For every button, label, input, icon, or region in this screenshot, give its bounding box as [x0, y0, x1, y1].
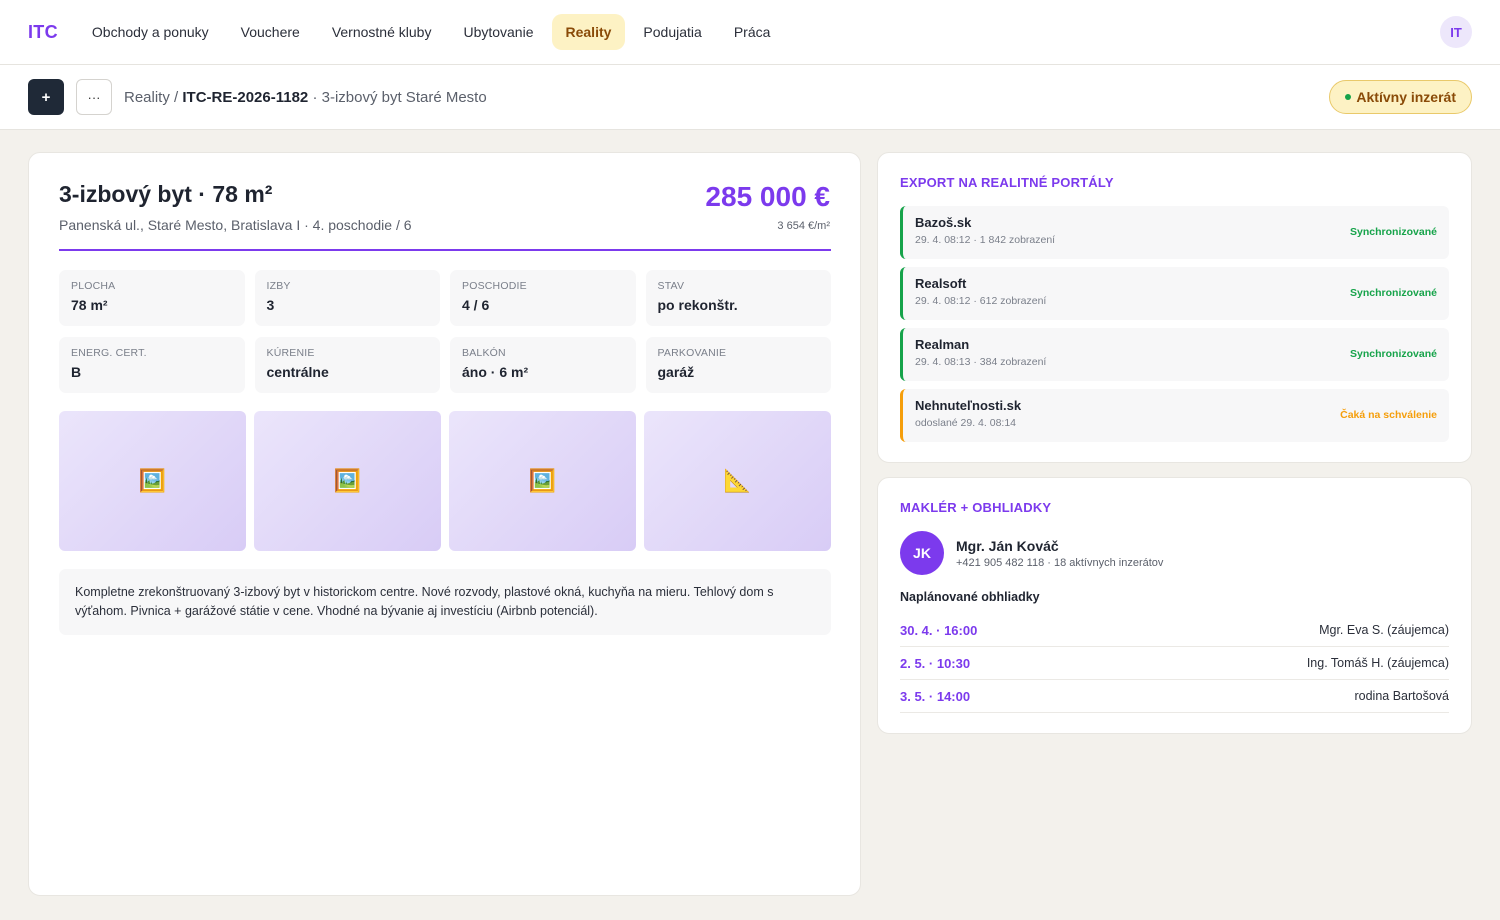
- stat-balkon: BALKÓN áno · 6 m²: [450, 337, 636, 393]
- listing-price: 285 000 €: [705, 181, 830, 212]
- portal-status: Čaká na schválenie: [1340, 409, 1437, 421]
- stat-value: 78 m²: [71, 297, 108, 313]
- portal-item-realsoft[interactable]: Realsoft 29. 4. 08:12 · 612 zobrazení Sy…: [900, 267, 1449, 320]
- floorplan-icon: 📐: [723, 468, 752, 493]
- stat-energ-cert: ENERG. CERT. B: [59, 337, 245, 393]
- breadcrumb-separator: /: [169, 88, 183, 106]
- logo[interactable]: ITC: [28, 22, 58, 43]
- portal-status: Synchronizované: [1350, 226, 1437, 238]
- photo-thumbnail-2[interactable]: 🖼️: [254, 411, 441, 551]
- stat-label: PARKOVANIE: [657, 347, 727, 359]
- floorplan-thumbnail[interactable]: 📐: [644, 411, 831, 551]
- visit-client: Mgr. Eva S. (záujemca): [1319, 623, 1449, 637]
- stat-stav: STAV po rekonštr.: [645, 270, 831, 326]
- status-dot-icon: [1345, 94, 1352, 100]
- photo-gallery: 🖼️ 🖼️ 🖼️ 📐: [59, 411, 831, 551]
- title-divider: [59, 249, 831, 251]
- more-options-button[interactable]: ···: [76, 79, 112, 115]
- visit-time: 30. 4. · 16:00: [900, 622, 978, 638]
- stat-value: garáž: [657, 364, 695, 380]
- stat-value: áno · 6 m²: [462, 364, 529, 380]
- listing-address: Panenská ul., Staré Mesto, Bratislava I …: [59, 217, 412, 233]
- stat-value: B: [71, 364, 82, 380]
- nav-item-vouchere[interactable]: Vouchere: [227, 14, 314, 50]
- visit-row[interactable]: 30. 4. · 16:00 Mgr. Eva S. (záujemca): [900, 614, 1449, 647]
- stat-plocha: PLOCHA 78 m²: [59, 270, 245, 326]
- stat-izby: IZBY 3: [254, 270, 440, 326]
- stat-parkovanie: PARKOVANIE garáž: [645, 337, 831, 393]
- breadcrumb-listing-id: ITC-RE-2026-1182: [182, 88, 309, 106]
- stat-label: IZBY: [266, 280, 291, 292]
- portal-status: Synchronizované: [1350, 348, 1437, 360]
- stat-label: ENERG. CERT.: [71, 347, 147, 359]
- price-per-m2: 3 654 €/m²: [777, 220, 830, 232]
- stat-kurenie: KÚRENIE centrálne: [254, 337, 440, 393]
- top-navigation: ITC Obchody a ponuky Vouchere Vernostné …: [0, 0, 1500, 65]
- portal-item-bazos[interactable]: Bazoš.sk 29. 4. 08:12 · 1 842 zobrazení …: [900, 206, 1449, 259]
- breadcrumb-root[interactable]: Reality: [124, 89, 170, 106]
- broker-avatar[interactable]: JK: [900, 531, 944, 575]
- portal-item-nehnutelnosti[interactable]: Nehnuteľnosti.sk odoslané 29. 4. 08:14 Č…: [900, 389, 1449, 442]
- nav-item-ubytovanie[interactable]: Ubytovanie: [449, 14, 547, 50]
- breadcrumb: Reality / ITC-RE-2026-1182 · 3-izbový by…: [124, 89, 487, 106]
- picture-icon: 🖼️: [528, 468, 557, 493]
- status-badge: Aktívny inzerát: [1329, 80, 1472, 114]
- visit-time: 2. 5. · 10:30: [900, 655, 971, 671]
- stat-label: BALKÓN: [462, 347, 506, 359]
- broker-card: MAKLÉR + OBHLIADKY JK Mgr. Ján Kováč +42…: [877, 477, 1472, 734]
- breadcrumb-listing-title: · 3-izbový byt Staré Mesto: [308, 88, 487, 106]
- listing-header: + ··· Reality / ITC-RE-2026-1182 · 3-izb…: [0, 65, 1500, 130]
- nav-item-podujatia[interactable]: Podujatia: [629, 14, 715, 50]
- user-avatar[interactable]: IT: [1440, 16, 1472, 48]
- nav-item-vernostne-kluby[interactable]: Vernostné kluby: [318, 14, 446, 50]
- stat-value: centrálne: [266, 364, 329, 380]
- broker-heading: MAKLÉR + OBHLIADKY: [900, 500, 1052, 515]
- nav-item-reality[interactable]: Reality: [551, 14, 626, 50]
- photo-thumbnail-3[interactable]: 🖼️: [449, 411, 636, 551]
- stat-value: po rekonštr.: [657, 297, 738, 313]
- stat-value: 3: [266, 297, 275, 313]
- listing-card: 3-izbový byt · 78 m² Panenská ul., Staré…: [28, 152, 861, 896]
- portal-list: Bazoš.sk 29. 4. 08:12 · 1 842 zobrazení …: [900, 206, 1449, 450]
- visits-list: 30. 4. · 16:00 Mgr. Eva S. (záujemca) 2.…: [900, 614, 1449, 713]
- add-button[interactable]: +: [28, 79, 64, 115]
- picture-icon: 🖼️: [333, 468, 362, 493]
- broker-meta: +421 905 482 118 · 18 aktívnych inzeráto…: [956, 556, 1164, 569]
- export-heading: EXPORT NA REALITNÉ PORTÁLY: [900, 175, 1114, 190]
- picture-icon: 🖼️: [138, 468, 167, 493]
- property-stats: PLOCHA 78 m² IZBY 3 POSCHODIE 4 / 6 STAV po …: [59, 270, 831, 393]
- stat-poschodie: POSCHODIE 4 / 6: [450, 270, 636, 326]
- export-portals-card: EXPORT NA REALITNÉ PORTÁLY Bazoš.sk 29. …: [877, 152, 1472, 463]
- listing-title: 3-izbový byt · 78 m²: [59, 181, 273, 207]
- portal-status: Synchronizované: [1350, 287, 1437, 299]
- stat-label: STAV: [657, 280, 685, 292]
- stat-value: 4 / 6: [462, 297, 490, 313]
- photo-thumbnail-1[interactable]: 🖼️: [59, 411, 246, 551]
- status-badge-label: Aktívny inzerát: [1356, 89, 1456, 105]
- nav-item-praca[interactable]: Práca: [720, 14, 785, 50]
- nav-item-obchody[interactable]: Obchody a ponuky: [78, 14, 223, 50]
- visit-time: 3. 5. · 14:00: [900, 688, 971, 704]
- stat-label: PLOCHA: [71, 280, 116, 292]
- portal-item-realman[interactable]: Realman 29. 4. 08:13 · 384 zobrazení Syn…: [900, 328, 1449, 381]
- stat-label: POSCHODIE: [462, 280, 527, 292]
- broker-name[interactable]: Mgr. Ján Kováč: [956, 538, 1163, 554]
- visit-client: rodina Bartošová: [1354, 689, 1449, 703]
- visit-row[interactable]: 2. 5. · 10:30 Ing. Tomáš H. (záujemca): [900, 647, 1449, 680]
- broker-info: JK Mgr. Ján Kováč +421 905 482 118 · 18 …: [900, 531, 1163, 575]
- visit-row[interactable]: 3. 5. · 14:00 rodina Bartošová: [900, 680, 1449, 713]
- listing-description: Kompletne zrekonštruovaný 3-izbový byt v…: [59, 569, 831, 635]
- visits-heading: Naplánované obhliadky: [900, 590, 1040, 604]
- visit-client: Ing. Tomáš H. (záujemca): [1306, 656, 1449, 670]
- stat-label: KÚRENIE: [266, 347, 315, 359]
